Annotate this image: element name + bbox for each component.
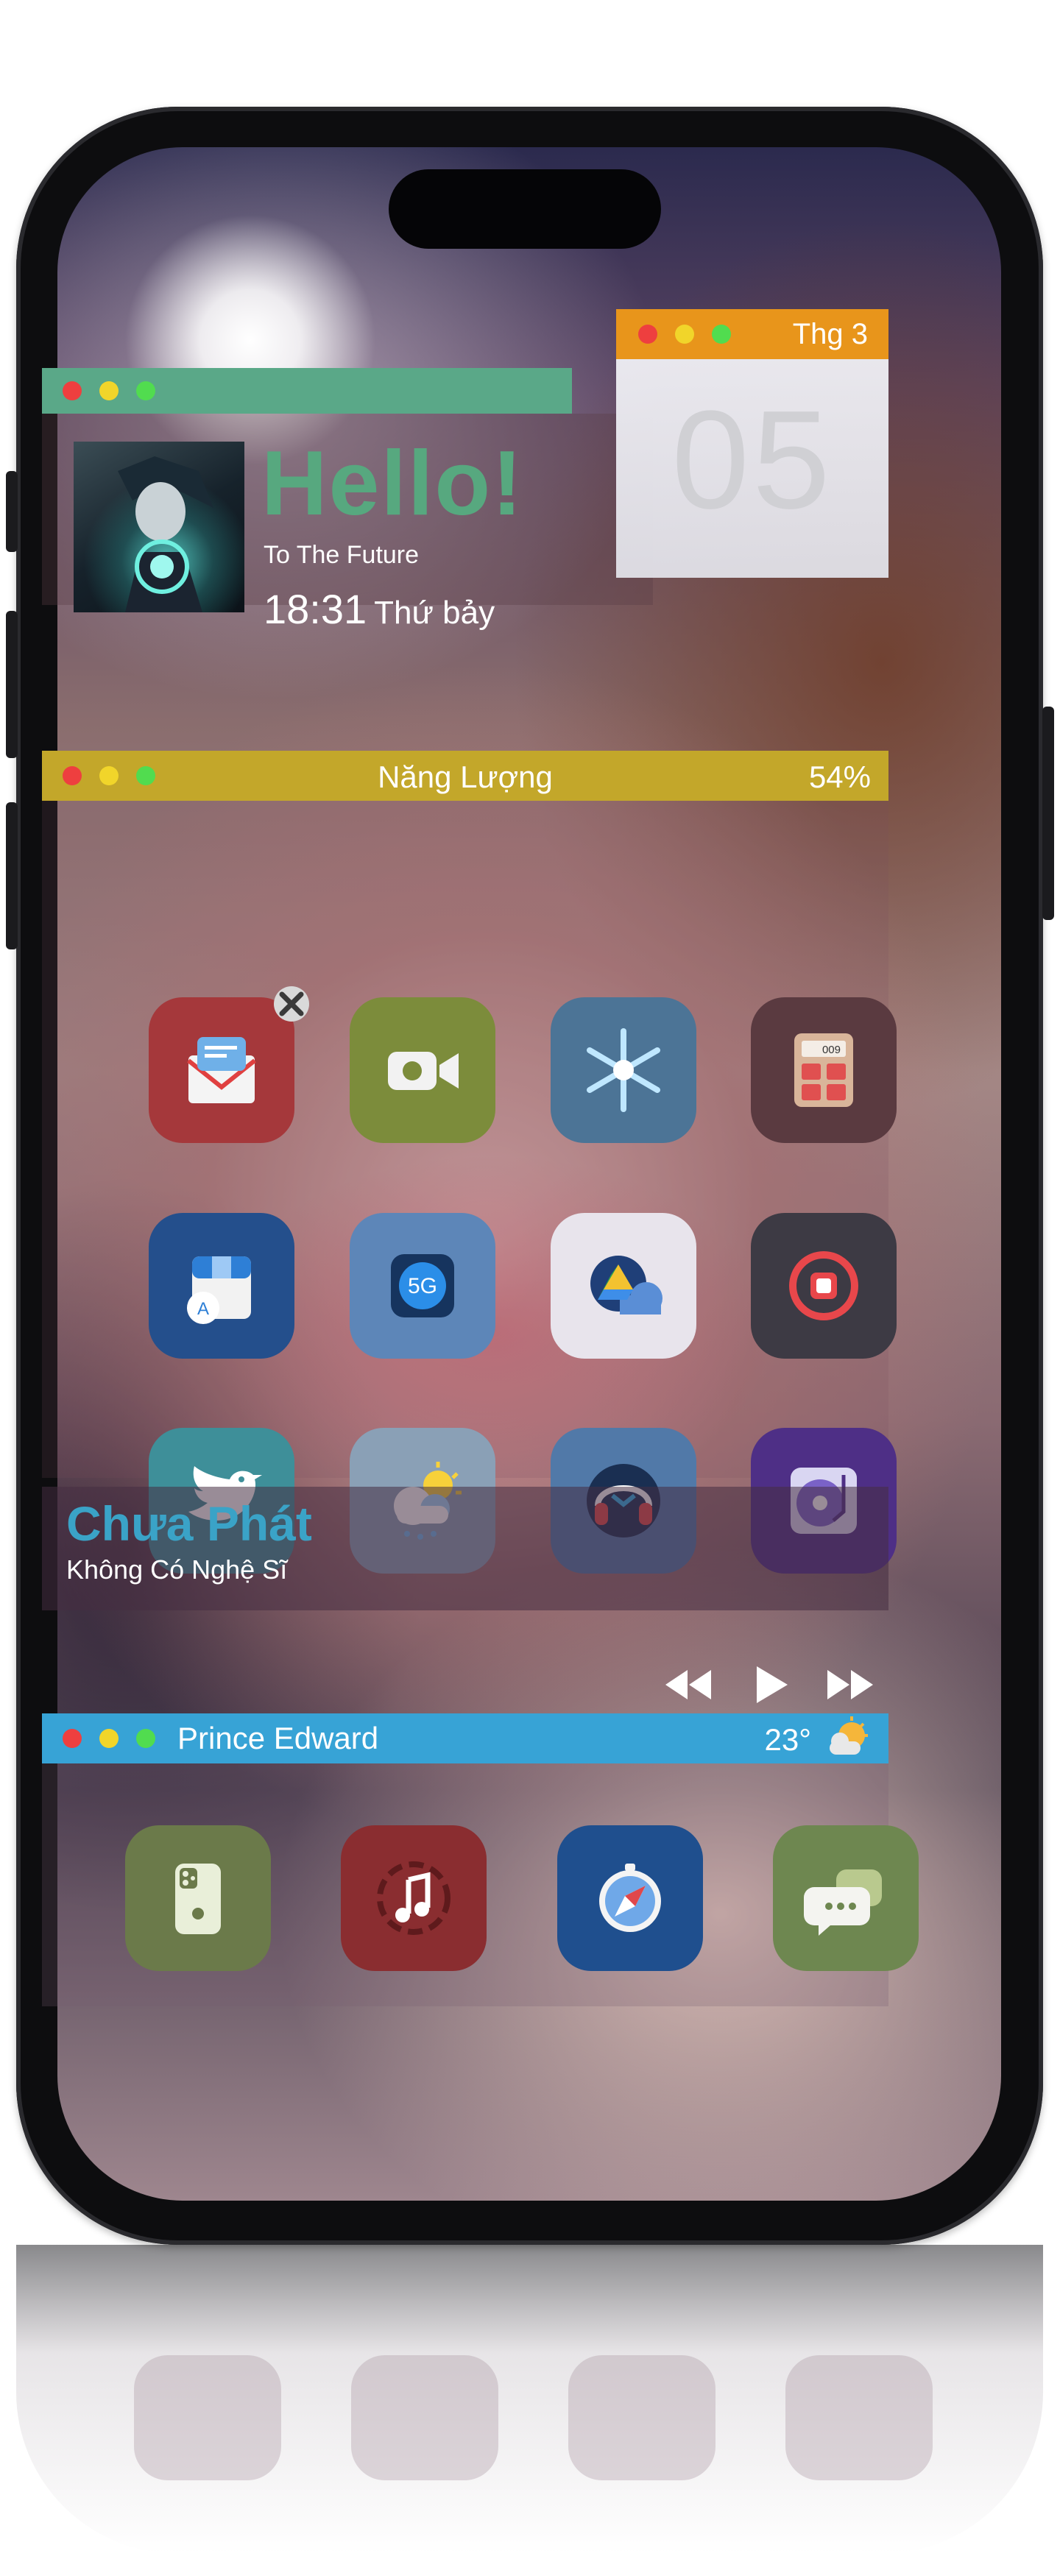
energy-widget-titlebar: Năng Lượng 54% — [42, 751, 888, 801]
calendar-day: 05 — [671, 382, 833, 538]
track-title: Chưa Phát — [66, 1496, 312, 1551]
battery-percent: 54% — [808, 760, 871, 794]
phone-finder-app-icon[interactable] — [125, 1825, 271, 1971]
hello-widget-titlebar — [42, 368, 572, 414]
fast-forward-icon[interactable] — [824, 1666, 876, 1703]
calculator-app-icon[interactable]: 009 — [751, 997, 897, 1143]
clock-time: 18:31 — [264, 586, 367, 632]
weather-temperature: 23° — [764, 1722, 811, 1757]
safari-app-icon[interactable] — [557, 1825, 703, 1971]
maximize-dot-icon[interactable] — [136, 381, 155, 400]
reflection-ghost — [568, 2355, 716, 2480]
maximize-dot-icon[interactable] — [136, 1729, 155, 1748]
minimize-dot-icon[interactable] — [99, 381, 119, 400]
reflection-ghost — [134, 2355, 281, 2480]
action-button[interactable] — [6, 471, 18, 552]
snowflake-app-icon[interactable] — [551, 997, 696, 1143]
volume-up-button[interactable] — [6, 611, 18, 758]
weather-city: Prince Edward — [177, 1721, 379, 1755]
track-artist: Không Có Nghệ Sĩ — [66, 1554, 288, 1585]
side-power-button[interactable] — [1042, 707, 1054, 920]
partly-cloudy-icon — [830, 1716, 868, 1755]
svg-text:A: A — [197, 1299, 209, 1319]
close-dot-icon[interactable] — [63, 1729, 82, 1748]
5g-app-icon[interactable]: 5G — [350, 1213, 495, 1359]
album-art-image — [74, 442, 244, 612]
google-drive-app-icon[interactable] — [551, 1213, 696, 1359]
messages-app-icon[interactable] — [773, 1825, 919, 1971]
reflection-ghost — [785, 2355, 933, 2480]
rewind-icon[interactable] — [662, 1666, 714, 1703]
weather-widget-titlebar: Prince Edward 23° — [42, 1713, 888, 1763]
minimize-dot-icon[interactable] — [675, 325, 694, 344]
energy-title: Năng Lượng — [378, 760, 553, 794]
calculator-display: 009 — [822, 1044, 841, 1056]
dynamic-island — [389, 169, 661, 249]
maximize-dot-icon[interactable] — [712, 325, 731, 344]
close-dot-icon[interactable] — [638, 325, 657, 344]
clock-display: 18:31 Thứ bảy — [264, 589, 495, 630]
hello-subtitle: To The Future — [264, 541, 420, 569]
close-dot-icon[interactable] — [63, 381, 82, 400]
facetime-app-icon[interactable] — [350, 997, 495, 1143]
reflection-ghost — [351, 2355, 498, 2480]
play-icon[interactable] — [752, 1663, 791, 1706]
calendar-month: Thg 3 — [792, 318, 868, 350]
screen-record-app-icon[interactable] — [751, 1213, 897, 1359]
app-store-app-icon[interactable]: A — [149, 1213, 294, 1359]
phone-reflection — [16, 2245, 1043, 2554]
clock-weekday: Thứ bảy — [374, 595, 495, 631]
music-app-icon[interactable] — [341, 1825, 487, 1971]
calendar-widget-titlebar: Thg 3 — [616, 309, 888, 359]
hello-title: Hello! — [261, 433, 524, 534]
5g-label: 5G — [408, 1274, 437, 1298]
minimize-dot-icon[interactable] — [99, 1729, 119, 1748]
volume-down-button[interactable] — [6, 802, 18, 949]
delete-badge-icon[interactable] — [269, 981, 314, 1027]
